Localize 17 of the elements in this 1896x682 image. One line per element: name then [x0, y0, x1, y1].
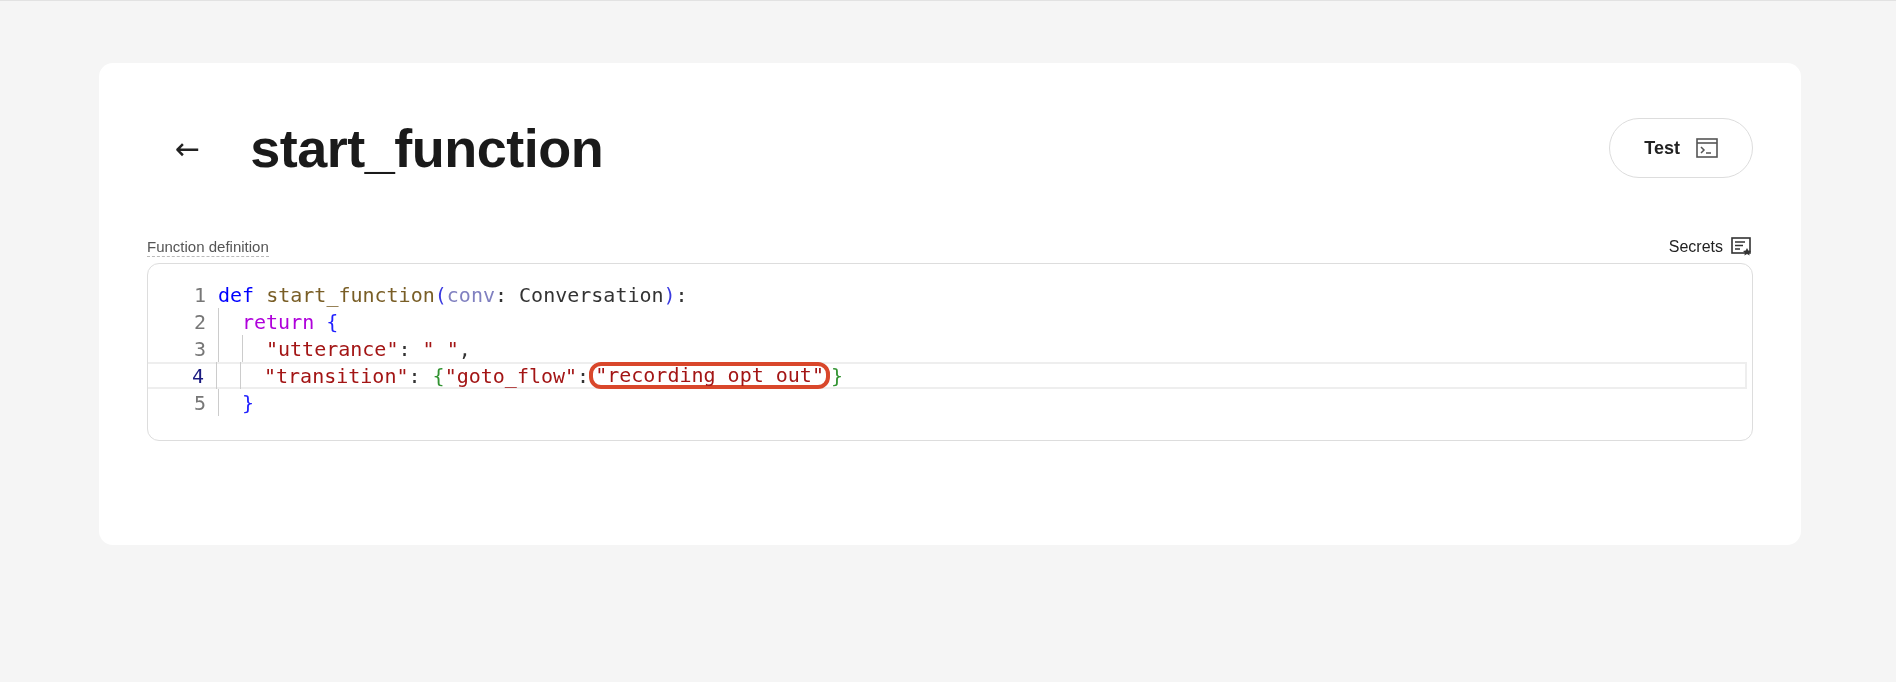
test-button[interactable]: Test: [1609, 118, 1753, 178]
back-button[interactable]: ←: [147, 130, 201, 166]
line-number: 3: [192, 336, 207, 361]
code-line: "utterance": " ",: [266, 336, 471, 361]
code-line: "transition": {"goto_flow": "recording opt out" }: [264, 363, 843, 388]
page-title: start_function: [250, 117, 604, 179]
code-line: def start_function(conv: Conversation):: [218, 282, 688, 307]
code-line: return {: [242, 309, 339, 334]
line-number: 5: [192, 390, 207, 415]
line-number: 4: [190, 363, 205, 388]
code-line: }: [242, 390, 255, 415]
line-number: 2: [192, 309, 207, 334]
secrets-button[interactable]: Secrets: [1668, 237, 1753, 257]
code-editor[interactable]: 1 def start_function(conv: Conversation): 2 return { 3 "utterance": " ", 4 "transition": {"goto_flow": "recording opt out" } 5 }: [147, 263, 1753, 441]
line-number: 1: [192, 282, 207, 307]
terminal-icon: [1696, 138, 1718, 158]
field-label: Function definition: [147, 238, 269, 257]
